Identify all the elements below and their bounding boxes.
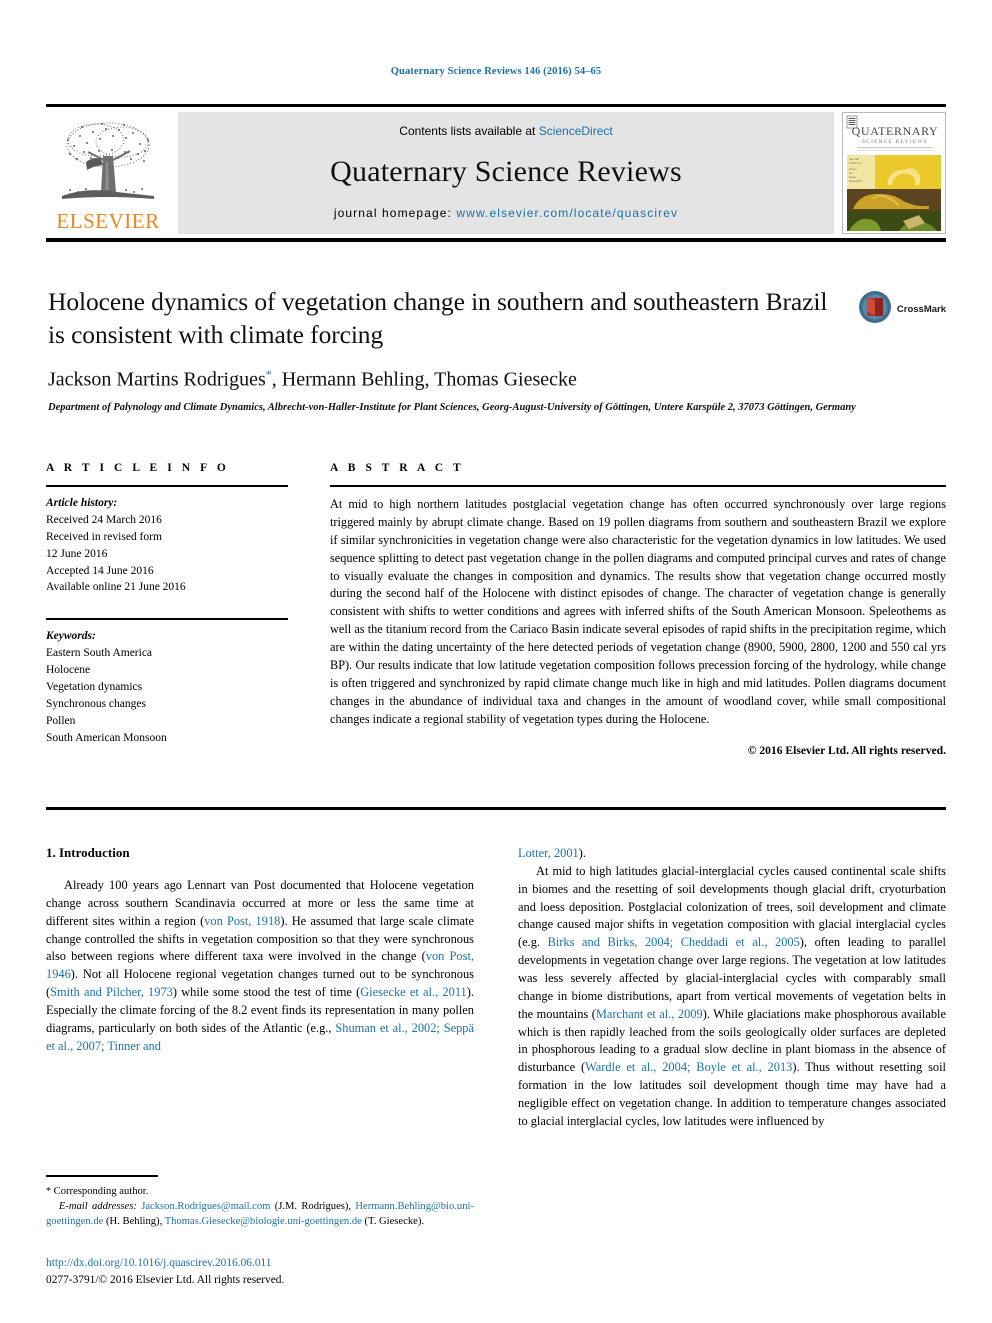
intro-paragraph-left: Already 100 years ago Lennart van Post d… (46, 877, 474, 1056)
running-head: Quaternary Science Reviews 146 (2016) 54… (390, 66, 602, 77)
keywords-label: Keywords: (46, 630, 96, 643)
doi-block: http://dx.doi.org/10.1016/j.quascirev.20… (46, 1255, 474, 1289)
history-item: 12 June 2016 (46, 547, 108, 560)
footnote-block: * Corresponding author. E-mail addresses… (46, 1175, 474, 1229)
article-history-label: Article history: (46, 497, 118, 509)
abstract-heading: A B S T R A C T (330, 462, 465, 474)
svg-text:QUATERNARY: QUATERNARY (852, 124, 939, 138)
keyword-item: Holocene (46, 664, 91, 677)
abstract-column: A B S T R A C T At mid to high northern … (330, 462, 946, 757)
doi-link[interactable]: http://dx.doi.org/10.1016/j.quascirev.20… (46, 1255, 474, 1272)
email-owner-3: (T. Giesecke). (361, 1216, 424, 1228)
journal-cover-thumbnail: QUATERNARY SCIENCE REVIEWS Journal of th… (842, 112, 946, 234)
email-addresses-label: E-mail addresses: (58, 1200, 137, 1212)
corresponding-author-note: * Corresponding author. (46, 1184, 474, 1199)
article-info-rule (46, 485, 288, 487)
citation-lotter-2001[interactable]: Lotter, 2001 (518, 846, 579, 860)
svg-text:SCIENCE REVIEWS: SCIENCE REVIEWS (862, 139, 928, 145)
history-item: Available online 21 June 2016 (46, 581, 186, 594)
keyword-item: Eastern South America (46, 647, 153, 660)
article-info-heading: A R T I C L E I N F O (46, 462, 230, 474)
crossmark-icon (858, 290, 892, 329)
citation-smith-pilcher-1973[interactable]: Smith and Pilcher, 1973 (50, 985, 173, 999)
email-addresses-note: E-mail addresses: Jackson.Rodrigues@mail… (46, 1199, 474, 1229)
elsevier-tree-icon (56, 118, 160, 210)
svg-text:of the Int.: of the Int. (849, 161, 862, 165)
author-names-rest: , Hermann Behling, Thomas Giesecke (271, 368, 577, 391)
elsevier-wordmark: ELSEVIER (56, 209, 160, 233)
citation-wardle-boyle[interactable]: Wardle et al., 2004; Boyle et al., 2013 (585, 1060, 792, 1074)
citation-marchant-2009[interactable]: Marchant et al., 2009 (596, 1007, 703, 1021)
citation-birks-cheddadi[interactable]: Birks and Birks, 2004; Cheddadi et al., … (548, 935, 800, 949)
history-item: Accepted 14 June 2016 (46, 564, 154, 577)
article-info-column: A R T I C L E I N F O Article history: R… (46, 462, 288, 757)
journal-homepage-line: journal homepage: www.elsevier.com/locat… (334, 206, 678, 220)
body-column-right: Lotter, 2001). At mid to high latitudes … (518, 845, 946, 1131)
email-link-rodrigues[interactable]: Jackson.Rodrigues@mail.com (141, 1201, 270, 1212)
page-title: Holocene dynamics of vegetation change i… (48, 287, 828, 349)
article-history-group: Article history: Received 24 March 2016 … (46, 495, 288, 596)
corresponding-author-text: Corresponding author. (51, 1185, 149, 1197)
title-block: Holocene dynamics of vegetation change i… (48, 286, 856, 416)
intro-paragraph-right: At mid to high latitudes glacial-intergl… (518, 863, 946, 1131)
keywords-group: Keywords: Eastern South America Holocene… (46, 628, 288, 746)
journal-info-panel: Contents lists available at ScienceDirec… (178, 112, 834, 234)
contents-lists-line: Contents lists available at ScienceDirec… (399, 124, 612, 138)
crossmark-badge[interactable]: CrossMark (858, 290, 946, 329)
author-list: Jackson Martins Rodrigues*, Hermann Behl… (48, 367, 828, 392)
abstract-copyright: © 2016 Elsevier Ltd. All rights reserved… (747, 743, 946, 757)
keyword-item: Vegetation dynamics (46, 681, 143, 694)
sciencedirect-link[interactable]: ScienceDirect (539, 124, 613, 138)
masthead-bottom-rule (46, 238, 946, 242)
issn-copyright-line: 0277-3791/© 2016 Elsevier Ltd. All right… (46, 1274, 285, 1287)
keyword-item: Pollen (46, 714, 76, 727)
intro-paragraph-right-continuation: Lotter, 2001). (518, 845, 946, 863)
journal-title: Quaternary Science Reviews (330, 155, 682, 188)
email-link-giesecke[interactable]: Thomas.Giesecke@biologie.uni-goettingen.… (165, 1216, 362, 1227)
affiliation: Department of Palynology and Climate Dyn… (48, 401, 856, 413)
history-item: Received in revised form (46, 530, 162, 543)
masthead-top-rule (46, 104, 946, 107)
abstract-rule (330, 485, 946, 487)
author-names: Jackson Martins Rodrigues (48, 368, 266, 391)
body-column-left: 1. Introduction Already 100 years ago Le… (46, 845, 474, 1131)
email-owner-2: (H. Behling), (103, 1216, 165, 1228)
contents-lists-prefix: Contents lists available at (399, 124, 539, 138)
keyword-item: Synchronous changes (46, 697, 146, 710)
section-heading-introduction: 1. Introduction (46, 845, 130, 860)
info-abstract-band: A R T I C L E I N F O Article history: R… (46, 462, 946, 757)
citation-giesecke-2011[interactable]: Giesecke et al., 2011 (360, 985, 467, 999)
keywords-rule (46, 618, 288, 621)
article-first-page: Quaternary Science Reviews 146 (2016) 54… (0, 0, 992, 1323)
intro-text-d: ) while some stood the test of time ( (172, 985, 361, 1000)
keyword-item: South American Monsoon (46, 731, 167, 744)
crossmark-label: CrossMark (896, 304, 946, 315)
journal-cover-art: QUATERNARY SCIENCE REVIEWS Journal of th… (843, 113, 945, 233)
svg-text:Research: Research (849, 179, 862, 183)
journal-masthead: ELSEVIER Contents lists available at Sci… (46, 104, 946, 242)
body-separator-rule (46, 807, 946, 810)
email-owner-1: (J.M. Rodrigues), (270, 1200, 356, 1212)
homepage-label: journal homepage: (333, 206, 457, 220)
footnote-rule (46, 1175, 158, 1177)
body-columns: 1. Introduction Already 100 years ago Le… (46, 845, 946, 1131)
continuation-tail: ). (578, 846, 586, 860)
elsevier-logo: ELSEVIER (46, 112, 170, 234)
citation-von-post-1918[interactable]: von Post, 1918 (204, 914, 280, 928)
abstract-text: At mid to high northern latitudes postgl… (330, 497, 946, 726)
homepage-url-link[interactable]: www.elsevier.com/locate/quascirev (456, 206, 678, 220)
history-item: Received 24 March 2016 (46, 513, 162, 526)
